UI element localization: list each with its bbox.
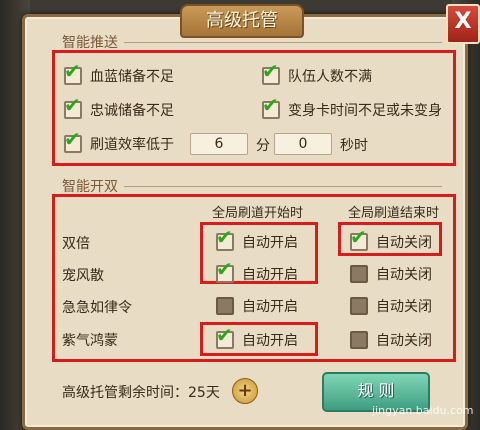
- check-icon: ✔: [262, 93, 279, 117]
- checkbox[interactable]: ✔: [350, 227, 368, 251]
- divider: [124, 42, 442, 43]
- check-icon: ✔: [64, 59, 81, 83]
- checkbox[interactable]: ✔: [262, 95, 280, 119]
- minutes-input[interactable]: 6: [190, 133, 248, 155]
- option-transform-card[interactable]: ✔ 变身卡时间不足或未变身: [262, 95, 442, 120]
- checkbox[interactable]: ✔: [262, 61, 280, 85]
- option-loyalty-low[interactable]: ✔ 忠诚储备不足: [64, 95, 174, 120]
- check-icon: ✔: [350, 225, 367, 249]
- option-label: 自动开启: [242, 299, 298, 315]
- urgent-order-auto-stop[interactable]: 自动关闭: [350, 296, 432, 316]
- checkbox[interactable]: ✔: [64, 129, 82, 153]
- dialog-title: 高级托管: [180, 4, 304, 38]
- purple-qi-auto-start[interactable]: ✔ 自动开启: [216, 325, 298, 350]
- column-end-header: 全局刷道结束时: [348, 206, 440, 221]
- smart-push-title: 智能推送: [62, 35, 118, 51]
- add-time-button[interactable]: +: [232, 378, 258, 404]
- checkbox[interactable]: [350, 331, 368, 349]
- checkbox[interactable]: ✔: [216, 227, 234, 251]
- option-hp-mp-low[interactable]: ✔ 血蓝储备不足: [64, 61, 174, 86]
- row-label-purple-qi: 紫气鸿蒙: [62, 333, 118, 349]
- checkbox[interactable]: [216, 297, 234, 315]
- row-label-urgent-order: 急急如律令: [62, 300, 132, 316]
- option-label: 自动关闭: [376, 333, 432, 349]
- checkbox[interactable]: ✔: [216, 325, 234, 349]
- check-icon: ✔: [64, 127, 81, 151]
- option-label: 自动关闭: [376, 299, 432, 315]
- option-label: 血蓝储备不足: [90, 69, 174, 85]
- check-icon: ✔: [216, 323, 233, 347]
- option-label: 自动关闭: [376, 267, 432, 283]
- row-label-pet-powder: 宠风散: [62, 268, 104, 284]
- double-auto-stop[interactable]: ✔ 自动关闭: [350, 227, 432, 252]
- option-label: 变身卡时间不足或未变身: [288, 103, 442, 119]
- divider: [124, 186, 442, 187]
- double-auto-start[interactable]: ✔ 自动开启: [216, 227, 298, 252]
- row-label-double: 双倍: [62, 236, 90, 252]
- check-icon: ✔: [216, 225, 233, 249]
- watermark: jingyan.baidu.com: [372, 404, 474, 417]
- option-label: 自动开启: [242, 333, 298, 349]
- check-icon: ✔: [64, 93, 81, 117]
- checkbox[interactable]: ✔: [64, 61, 82, 85]
- option-label: 自动开启: [242, 267, 298, 283]
- check-icon: ✔: [262, 59, 279, 83]
- remaining-time-label: 高级托管剩余时间：25天: [62, 385, 220, 401]
- column-start-header: 全局刷道开始时: [212, 206, 304, 221]
- pet-powder-auto-start[interactable]: ✔ 自动开启: [216, 259, 298, 284]
- checkbox[interactable]: ✔: [216, 259, 234, 283]
- option-label: 刷道效率低于: [90, 137, 174, 153]
- seconds-input[interactable]: 0: [274, 133, 332, 155]
- option-label: 忠诚储备不足: [90, 103, 174, 119]
- checkbox[interactable]: [350, 265, 368, 283]
- checkbox[interactable]: [350, 297, 368, 315]
- check-icon: ✔: [216, 257, 233, 281]
- checkbox[interactable]: ✔: [64, 95, 82, 119]
- pet-powder-auto-stop[interactable]: 自动关闭: [350, 264, 432, 284]
- seconds-unit: 秒时: [340, 138, 368, 154]
- option-team-not-full[interactable]: ✔ 队伍人数不满: [262, 61, 372, 86]
- purple-qi-auto-stop[interactable]: 自动关闭: [350, 330, 432, 350]
- urgent-order-auto-start[interactable]: 自动开启: [216, 296, 298, 316]
- option-efficiency-low[interactable]: ✔ 刷道效率低于: [64, 129, 174, 154]
- option-label: 自动开启: [242, 235, 298, 251]
- option-label: 队伍人数不满: [288, 69, 372, 85]
- close-button[interactable]: X: [446, 4, 480, 44]
- option-label: 自动关闭: [376, 235, 432, 251]
- minutes-unit: 分: [256, 138, 270, 154]
- smart-double-title: 智能开双: [62, 179, 118, 195]
